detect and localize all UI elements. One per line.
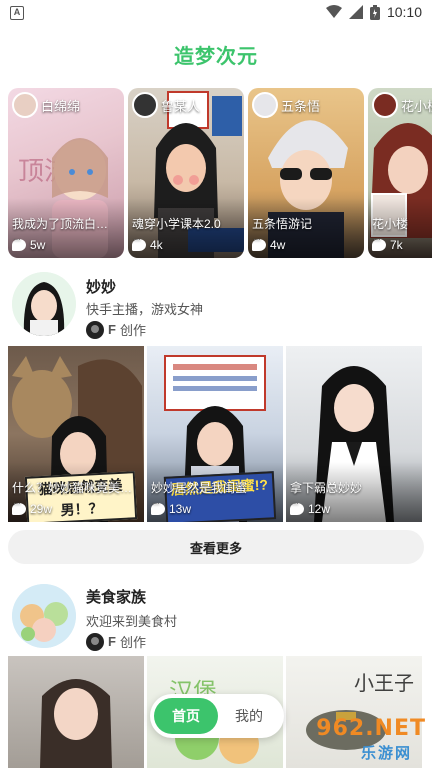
watermark-sub: 乐游网	[360, 745, 412, 762]
author-name: F	[108, 634, 116, 649]
story-title: 妙妙居然是我闺蜜	[151, 481, 248, 495]
story-card[interactable]: 居然是我闺蜜!? 妙妙居然是我闺蜜 13w	[147, 346, 283, 522]
chat-bubble-icon	[12, 234, 26, 251]
author-avatar	[86, 320, 104, 339]
character-card[interactable]: 五条悟 五条悟游记 4w	[248, 88, 364, 258]
creator-name: 妙妙	[86, 279, 117, 296]
chat-bubble-icon	[151, 498, 165, 515]
character-card[interactable]: 鲁某人 魂穿小学课本2.0 4k	[128, 88, 244, 258]
chat-count-value: 29w	[30, 502, 53, 516]
chat-count: 5w	[12, 234, 46, 252]
story-card[interactable]: 拿下霸总妙妙 12w	[286, 346, 422, 522]
app-notification-icon: A	[10, 6, 24, 20]
status-icons: 10:10	[325, 4, 422, 20]
story-illustration	[40, 679, 112, 768]
story-card[interactable]: 猫咪居然变美男！？ 什么？妙妙猫咪竟美男？ 29w	[8, 346, 144, 522]
tab-home[interactable]: 首页	[154, 698, 218, 734]
app-header: 造梦次元	[0, 28, 432, 80]
character-desc: 我成为了顶流白…	[12, 217, 109, 231]
character-header: 白绵绵	[12, 92, 80, 118]
creator-bio: 欢迎来到美食村	[86, 614, 178, 629]
chat-count-value: 4w	[270, 238, 286, 252]
chat-count-value: 13w	[169, 502, 192, 516]
story-card[interactable]	[8, 656, 144, 768]
character-name: 五条悟	[281, 98, 321, 114]
creator-avatar[interactable]	[12, 272, 76, 336]
creator-name: 美食家族	[86, 589, 147, 606]
creator-avatar-image	[12, 272, 76, 336]
tab-mine[interactable]: 我的	[218, 698, 280, 734]
watermark-main: 962.NET	[316, 716, 426, 741]
character-name: 鲁某人	[161, 98, 201, 114]
avatar	[252, 92, 278, 118]
svg-text:小王子: 小王子	[354, 671, 414, 695]
creator-bio: 快手主播，游戏女神	[86, 302, 204, 317]
chat-count: 7k	[372, 234, 403, 252]
author-suffix: 创作	[119, 323, 146, 338]
avatar	[132, 92, 158, 118]
chat-bubble-icon	[290, 498, 304, 515]
status-bar: A 10:10	[0, 0, 432, 28]
character-header: 五条悟	[252, 92, 320, 118]
story-strip: 猫咪居然变美男！？ 什么？妙妙猫咪竟美男？ 29w 居然是我闺蜜!? 妙妙居然是…	[8, 346, 424, 522]
chat-count: 4k	[132, 234, 163, 252]
character-header: 花小楼	[372, 92, 432, 118]
chat-count: 4w	[252, 234, 286, 252]
author-avatar	[86, 632, 104, 651]
creator-avatar-image	[12, 584, 76, 648]
chat-bubble-icon	[372, 234, 386, 251]
avatar	[12, 92, 38, 118]
see-more-button[interactable]: 查看更多	[8, 530, 424, 564]
chat-bubble-icon	[132, 234, 146, 251]
signal-icon	[348, 5, 363, 19]
chat-count-value: 4k	[150, 238, 163, 252]
story-title: 什么？妙妙猫咪竟美男？	[12, 481, 140, 495]
bottom-nav: 首页 我的	[150, 694, 284, 738]
character-header: 鲁某人	[132, 92, 200, 118]
chat-count: 13w	[151, 498, 192, 516]
character-name: 花小楼	[401, 98, 432, 114]
chat-bubble-icon	[252, 234, 266, 251]
author-name: F	[108, 322, 116, 337]
story-title: 拿下霸总妙妙	[290, 481, 363, 495]
battery-icon	[369, 4, 380, 20]
app-title: 造梦次元	[174, 45, 258, 68]
character-desc: 魂穿小学课本2.0	[132, 217, 221, 231]
chat-count: 29w	[12, 498, 53, 516]
wifi-icon	[325, 5, 342, 18]
character-desc: 五条悟游记	[252, 217, 313, 231]
character-card[interactable]: 顶流 白绵绵 我成为了顶流白… 5w	[8, 88, 124, 258]
character-card[interactable]: 花小楼 花小楼 7k	[368, 88, 432, 258]
chat-bubble-icon	[12, 498, 26, 515]
creator-author[interactable]: F 创作	[86, 320, 146, 339]
author-suffix: 创作	[119, 635, 146, 650]
chat-count-value: 7k	[390, 238, 403, 252]
avatar	[372, 92, 398, 118]
chat-count-value: 12w	[308, 502, 331, 516]
creator-avatar[interactable]	[12, 584, 76, 648]
site-watermark: 962.NET 乐游网	[296, 716, 426, 764]
character-carousel[interactable]: 顶流 白绵绵 我成为了顶流白… 5w 鲁某人 魂穿小学课本2.0	[8, 88, 432, 258]
character-name: 白绵绵	[41, 98, 81, 114]
creator-author[interactable]: F 创作	[86, 632, 146, 651]
status-time: 10:10	[386, 4, 422, 20]
chat-count: 12w	[290, 498, 331, 516]
chat-count-value: 5w	[30, 238, 46, 252]
character-desc: 花小楼	[372, 217, 409, 231]
